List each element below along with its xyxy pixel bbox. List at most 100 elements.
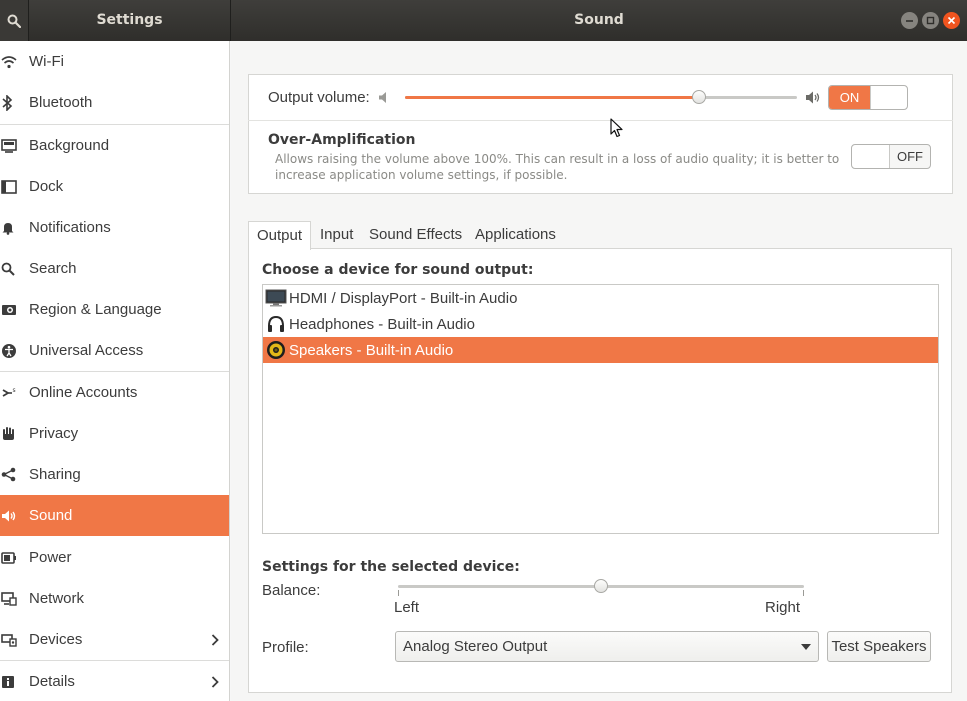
battery-icon [0,551,29,565]
sidebar-item-label: Sound [29,507,73,524]
sidebar-item-details[interactable]: Details [0,661,229,701]
sidebar-item-notifications[interactable]: Notifications [0,207,229,248]
sidebar-item-label: Background [29,137,110,154]
output-volume-handle[interactable] [692,90,706,104]
sidebar-item-sharing[interactable]: Sharing [0,454,229,495]
switch-knob [869,86,907,109]
header-bar: Settings Sound [0,0,967,41]
switch-knob [852,145,890,168]
balance-label: Balance: [262,582,321,599]
volume-on-switch[interactable]: ON [828,85,908,110]
speaker-device-icon [263,340,289,360]
output-device-list: HDMI / DisplayPort - Built-in Audio Head… [262,284,939,534]
sidebar-item-power[interactable]: Power [0,537,229,578]
camera-icon [0,303,29,316]
headphones-icon [263,315,289,333]
switch-off-label: OFF [897,149,923,164]
sidebar-item-dock[interactable]: Dock [0,166,229,207]
choose-device-label: Choose a device for sound output: [262,262,534,278]
sidebar: Wi-Fi Bluetooth Background Dock Notifica… [0,41,230,701]
device-row-speakers[interactable]: Speakers - Built-in Audio [263,337,938,363]
minimize-icon [906,20,913,22]
sidebar-item-label: Region & Language [29,301,162,318]
background-icon [0,138,29,153]
device-row-hdmi[interactable]: HDMI / DisplayPort - Built-in Audio [263,285,938,311]
sidebar-item-background[interactable]: Background [0,125,229,166]
tab-output[interactable]: Output [248,221,312,250]
search-icon [7,14,21,28]
profile-selected-value: Analog Stereo Output [403,638,548,655]
chevron-right-icon [201,633,229,646]
device-label: Speakers - Built-in Audio [289,341,454,359]
over-amplification-description: Allows raising the volume above 100%. Th… [275,152,840,182]
output-volume-slider[interactable] [405,96,797,99]
sidebar-item-label: Search [29,260,77,277]
wifi-icon [0,55,29,69]
sidebar-item-label: Notifications [29,219,111,236]
tab-input[interactable]: Input [312,221,361,249]
sidebar-item-bluetooth[interactable]: Bluetooth [0,82,229,123]
sidebar-item-label: Universal Access [29,342,144,359]
svg-text:s: s [13,387,16,394]
volume-high-icon [805,90,822,109]
device-label: HDMI / DisplayPort - Built-in Audio [289,289,518,307]
sidebar-item-online-accounts[interactable]: s Online Accounts [0,372,229,413]
close-icon [947,16,956,25]
sidebar-title: Settings [96,12,163,28]
sidebar-item-wifi[interactable]: Wi-Fi [0,41,229,82]
sidebar-item-label: Privacy [29,425,79,442]
tab-applications[interactable]: Applications [467,221,564,249]
sidebar-item-devices[interactable]: Devices [0,619,229,660]
output-volume-fill [405,96,699,99]
hand-icon [0,426,29,441]
device-row-headphones[interactable]: Headphones - Built-in Audio [263,311,938,337]
chevron-right-icon [201,675,229,688]
profile-label: Profile: [262,639,309,656]
profile-dropdown[interactable]: Analog Stereo Output [395,631,819,662]
maximize-button[interactable] [922,12,939,29]
switch-on-label: ON [829,86,870,109]
test-speakers-button[interactable]: Test Speakers [827,631,931,662]
sidebar-item-label: Power [29,549,72,566]
minimize-button[interactable] [901,12,918,29]
bell-icon [0,221,29,235]
maximize-icon [926,16,935,25]
devices-icon [0,633,29,647]
balance-left-label: Left [394,599,420,616]
online-accounts-icon: s [0,386,29,400]
over-amplification-switch[interactable]: OFF [851,144,931,169]
balance-tick-left [398,590,399,596]
output-volume-label: Output volume: [268,89,370,106]
dock-icon [0,179,29,194]
balance-handle[interactable] [594,579,608,593]
sidebar-item-label: Devices [29,631,83,648]
sidebar-item-network[interactable]: Network [0,578,229,619]
sidebar-item-label: Online Accounts [29,384,138,401]
sidebar-item-search[interactable]: Search [0,248,229,289]
tab-sound-effects[interactable]: Sound Effects [361,221,470,249]
sidebar-item-region-language[interactable]: Region & Language [0,289,229,330]
sidebar-item-privacy[interactable]: Privacy [0,413,229,454]
speaker-icon [0,509,29,523]
search-icon [0,262,29,276]
sidebar-item-label: Details [29,673,75,690]
window-controls [901,12,960,29]
sidebar-item-label: Network [29,590,85,607]
monitor-icon [263,289,289,307]
sidebar-item-label: Bluetooth [29,94,93,111]
balance-tick-right [803,590,804,596]
bluetooth-icon [0,94,29,111]
network-icon [0,591,29,606]
volume-frame-divider [248,120,953,121]
sidebar-item-sound[interactable]: Sound [0,495,229,536]
sidebar-item-universal-access[interactable]: Universal Access [0,330,229,371]
share-icon [0,467,29,482]
device-label: Headphones - Built-in Audio [289,315,475,333]
sidebar-item-label: Dock [29,178,64,195]
volume-low-icon [378,91,392,108]
close-button[interactable] [943,12,960,29]
page-title: Sound [574,12,624,28]
search-button[interactable] [0,0,29,41]
dropdown-arrow-icon [801,644,811,650]
balance-right-label: Right [765,599,801,616]
